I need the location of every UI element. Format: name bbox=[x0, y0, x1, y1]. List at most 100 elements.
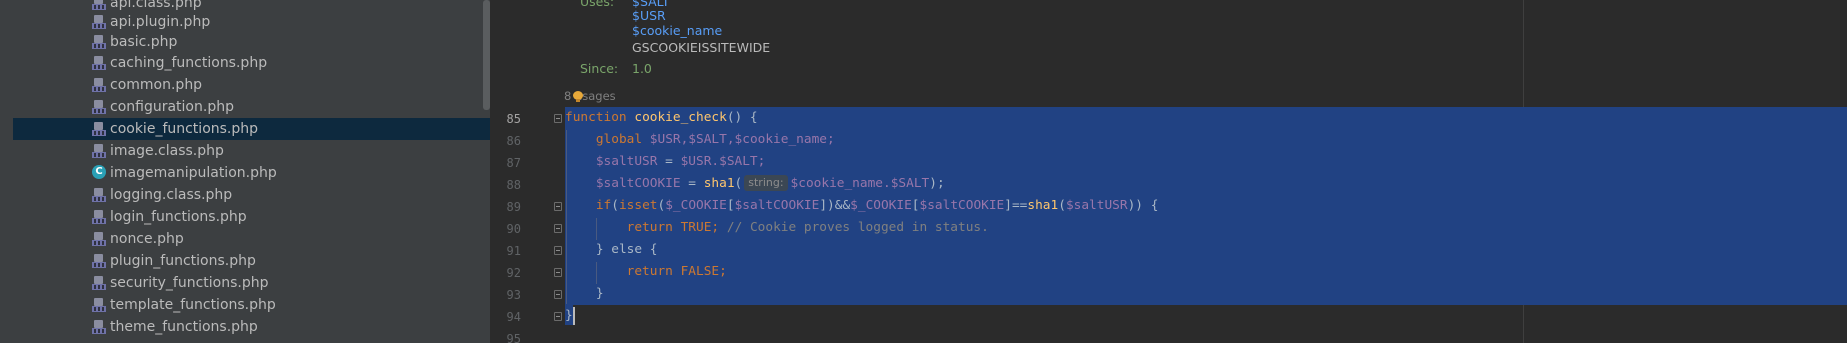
token-comment: // Cookie proves logged in status. bbox=[726, 220, 989, 235]
token-variable: $_COOKIE bbox=[850, 198, 912, 213]
php-file-icon bbox=[92, 276, 106, 290]
php-file-icon bbox=[92, 144, 106, 158]
tree-file-item[interactable]: Cimagemanipulation.php bbox=[13, 162, 490, 184]
fold-icon[interactable] bbox=[554, 202, 562, 211]
tree-file-label: security_functions.php bbox=[110, 275, 269, 291]
tree-file-label: template_functions.php bbox=[110, 297, 276, 313]
php-file-icon bbox=[92, 298, 106, 312]
token-bracket: ])&& bbox=[819, 198, 851, 213]
tree-file-item[interactable]: basic.php bbox=[13, 31, 490, 53]
token-variable: $_COOKIE bbox=[665, 198, 727, 213]
token-function: sha1 bbox=[1027, 198, 1059, 213]
token-builtin: isset bbox=[618, 198, 658, 213]
tree-file-label: logging.class.php bbox=[110, 187, 233, 203]
tree-file-item[interactable]: plugin_functions.php bbox=[13, 250, 490, 272]
code-line-94[interactable]: } bbox=[565, 305, 573, 327]
token-text: } bbox=[595, 286, 604, 301]
token-bracket: ]== bbox=[1004, 198, 1028, 213]
code-line-93[interactable]: } bbox=[565, 283, 604, 305]
tree-file-label: nonce.php bbox=[110, 231, 184, 247]
text-caret bbox=[573, 307, 575, 325]
tree-file-item[interactable]: image.class.php bbox=[13, 140, 490, 162]
token-paren: )) { bbox=[1127, 198, 1159, 213]
token-semicolon: ; bbox=[719, 264, 727, 279]
token-text: } bbox=[565, 308, 573, 323]
line-number: 91 bbox=[506, 244, 521, 258]
tree-file-item[interactable]: login_functions.php bbox=[13, 206, 490, 228]
fold-icon[interactable] bbox=[554, 268, 562, 277]
code-line-92[interactable]: return FALSE; bbox=[565, 261, 727, 283]
tree-file-item[interactable]: theme_functions.php bbox=[13, 316, 490, 338]
token-paren: ( bbox=[1058, 198, 1066, 213]
tree-file-item[interactable]: cookie_functions.php bbox=[13, 118, 490, 140]
php-file-icon bbox=[92, 0, 106, 10]
tree-file-label: plugin_functions.php bbox=[110, 253, 256, 269]
tree-file-label: image.class.php bbox=[110, 143, 224, 159]
lightbulb-icon[interactable] bbox=[573, 91, 583, 103]
line-number: 86 bbox=[506, 134, 521, 148]
tree-file-label: login_functions.php bbox=[110, 209, 247, 225]
tree-file-label: configuration.php bbox=[110, 99, 234, 115]
token-variable: $saltCOOKIE bbox=[734, 198, 820, 213]
line-number: 95 bbox=[506, 332, 521, 343]
php-file-icon bbox=[92, 100, 106, 114]
fold-icon[interactable] bbox=[554, 224, 562, 233]
fold-icon[interactable] bbox=[554, 246, 562, 255]
fold-icon[interactable] bbox=[554, 290, 562, 299]
tree-file-item[interactable]: caching_functions.php bbox=[13, 52, 490, 74]
php-file-icon bbox=[92, 35, 106, 49]
quick-documentation: Uses: $SALT $USR $cookie_name GSCOOKIEIS… bbox=[491, 0, 1847, 88]
tree-file-item[interactable]: security_functions.php bbox=[13, 272, 490, 294]
uses-item-usr[interactable]: $USR bbox=[632, 8, 666, 23]
tree-file-item[interactable]: configuration.php bbox=[13, 96, 490, 118]
tree-file-item[interactable]: nonce.php bbox=[13, 228, 490, 250]
fold-icon[interactable] bbox=[554, 114, 562, 123]
tree-scrollbar[interactable] bbox=[483, 0, 490, 110]
tree-file-label: imagemanipulation.php bbox=[110, 165, 277, 181]
tree-file-item[interactable]: api.plugin.php bbox=[13, 11, 490, 33]
token-function-name: cookie_check bbox=[634, 110, 727, 125]
tree-file-label: cookie_functions.php bbox=[110, 121, 259, 137]
uses-item-gscookie: GSCOOKIEISSITEWIDE bbox=[632, 40, 771, 55]
code-line-86[interactable]: global $USR,$SALT,$cookie_name; bbox=[565, 129, 835, 151]
code-line-87[interactable]: $saltUSR = $USR.$SALT; bbox=[565, 151, 766, 173]
line-number: 85 bbox=[506, 112, 521, 126]
token-constant: TRUE bbox=[680, 220, 712, 235]
token-bracket: [ bbox=[911, 198, 920, 213]
tree-file-label: api.plugin.php bbox=[110, 14, 211, 30]
token-keyword: function bbox=[565, 110, 627, 125]
tree-file-item[interactable]: common.php bbox=[13, 74, 490, 96]
token-bracket: [ bbox=[726, 198, 735, 213]
token-keyword: if bbox=[595, 198, 612, 213]
tree-file-label: caching_functions.php bbox=[110, 55, 268, 71]
uses-item-cookie-name[interactable]: $cookie_name bbox=[632, 23, 722, 38]
php-file-icon bbox=[92, 320, 106, 334]
token-variables: $USR.$SALT; bbox=[680, 154, 766, 169]
fold-icon[interactable] bbox=[554, 312, 562, 321]
usages-link[interactable]: 8 usages bbox=[564, 89, 616, 103]
php-file-icon bbox=[92, 78, 106, 92]
token-text: () { bbox=[726, 110, 758, 125]
line-number: 89 bbox=[506, 200, 521, 214]
php-file-icon bbox=[92, 210, 106, 224]
code-line-89[interactable]: if(isset($_COOKIE[$saltCOOKIE])&&$_COOKI… bbox=[565, 195, 1159, 217]
code-line-91[interactable]: } else { bbox=[565, 239, 658, 261]
code-line-90[interactable]: return TRUE; // Cookie proves logged in … bbox=[565, 217, 989, 239]
code-editor[interactable]: Uses: $SALT $USR $cookie_name GSCOOKIEIS… bbox=[491, 0, 1847, 343]
line-number: 94 bbox=[506, 310, 521, 324]
token-text: } else { bbox=[595, 242, 658, 257]
token-variable: $saltUSR bbox=[595, 154, 658, 169]
token-operator: = bbox=[657, 154, 681, 169]
code-line-88[interactable]: $saltCOOKIE = sha1(string: $cookie_name.$… bbox=[565, 173, 945, 195]
project-tree: api.class.php api.plugin.php basic.php cach… bbox=[0, 0, 490, 343]
token-variable: $saltCOOKIE bbox=[595, 176, 681, 191]
token-paren: ); bbox=[929, 176, 945, 191]
tree-file-label: common.php bbox=[110, 77, 203, 93]
php-file-icon bbox=[92, 232, 106, 246]
token-keyword: global bbox=[595, 132, 643, 147]
tree-file-item[interactable]: template_functions.php bbox=[13, 294, 490, 316]
code-line-85[interactable]: function cookie_check() { bbox=[565, 107, 758, 129]
php-file-icon bbox=[92, 254, 106, 268]
parameter-hint: string: bbox=[744, 175, 788, 191]
tree-file-item[interactable]: logging.class.php bbox=[13, 184, 490, 206]
